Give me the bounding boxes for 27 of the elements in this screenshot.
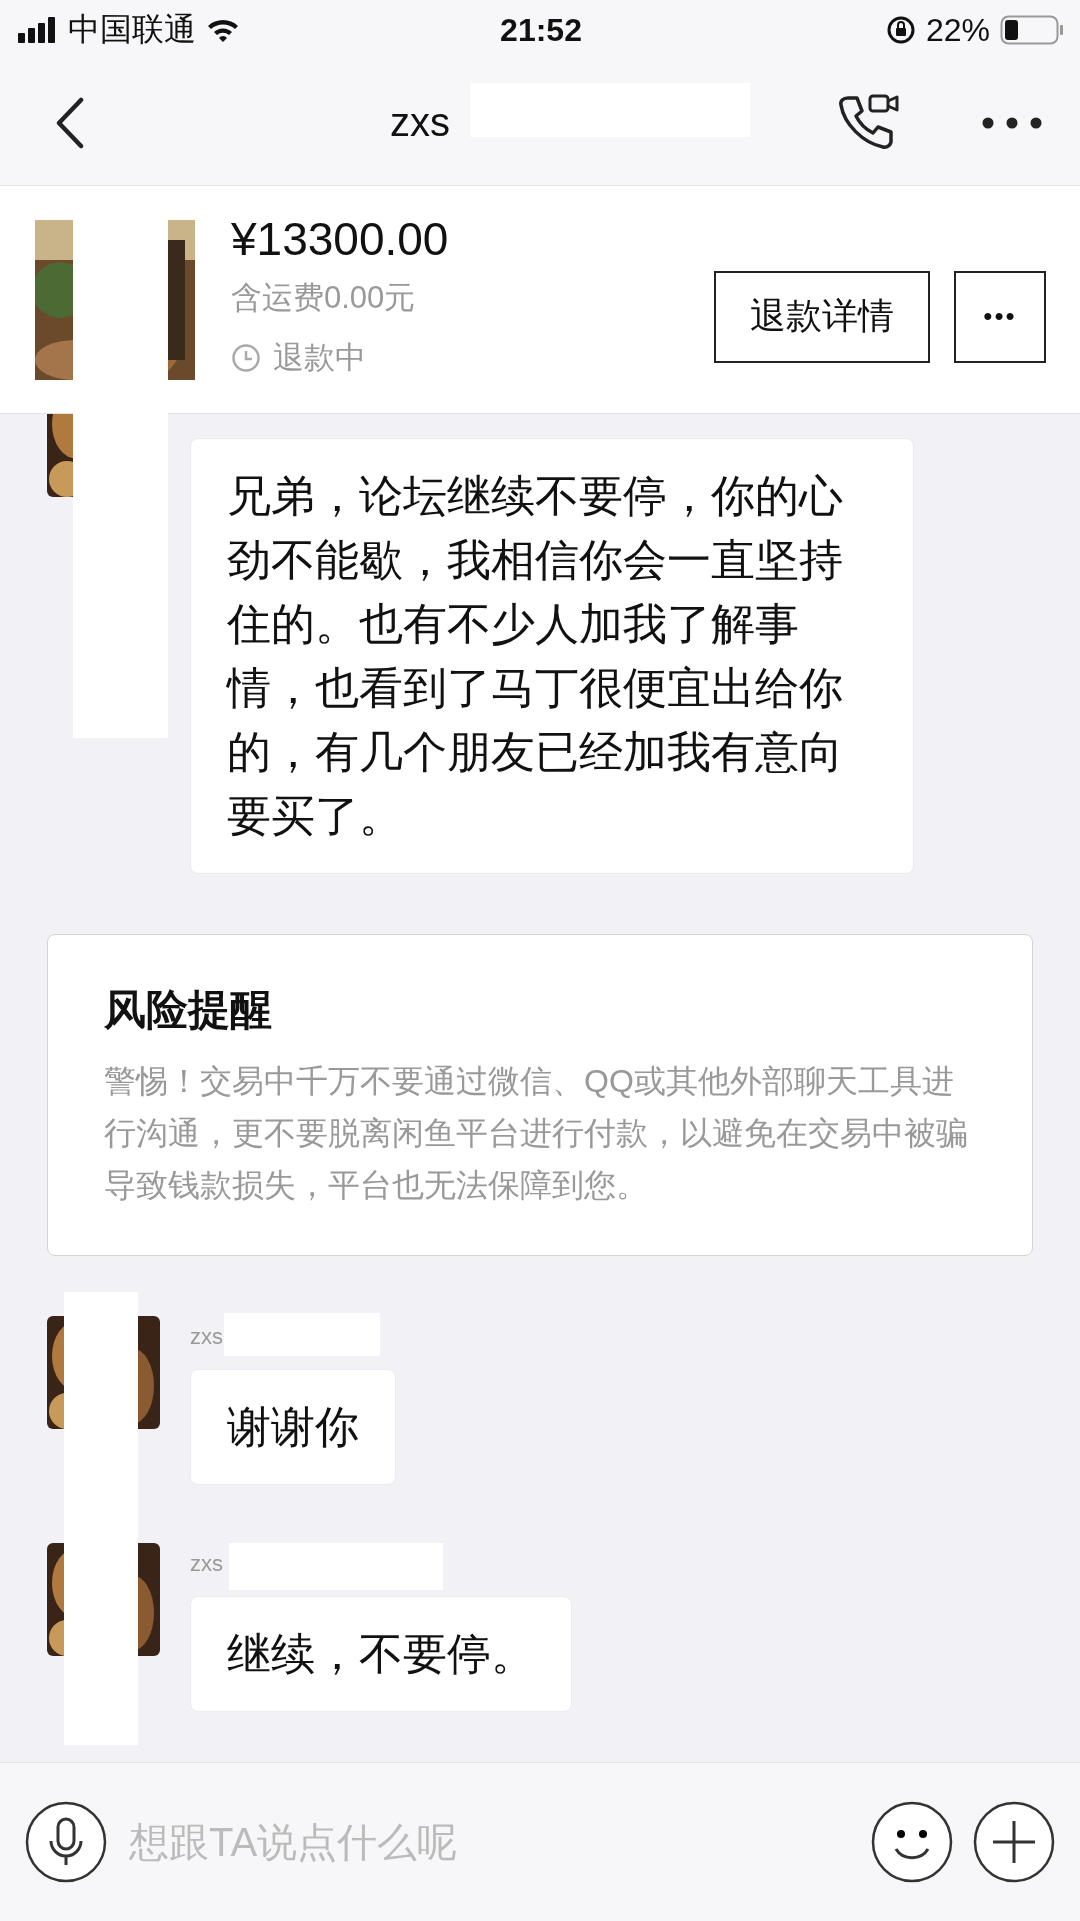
sender-name: zxs	[190, 1323, 223, 1351]
sender-name: zxs	[190, 1550, 223, 1578]
notice-text: 警惕！交易中千万不要通过微信、QQ或其他外部聊天工具进行沟通，更不要脱离闲鱼平台进行付款，以避免在交易中被骗导致钱款损失，平台也无法保障到您。	[104, 1062, 969, 1205]
rotation-lock-icon	[885, 15, 916, 45]
message-bubble: 继续，不要停。	[190, 1596, 572, 1712]
wifi-icon	[206, 17, 240, 43]
clock-time: 21:52	[500, 11, 582, 49]
clock-icon	[231, 342, 261, 373]
refund-status: 退款中	[273, 338, 366, 377]
price: ¥13300.00	[231, 211, 450, 267]
plus-icon[interactable]	[973, 1801, 1055, 1883]
battery-percent: 22%	[925, 11, 990, 49]
emoji-icon[interactable]	[871, 1801, 953, 1883]
message-bubble: 兄弟，论坛继续不要停，你的心劲不能歇，我相信你会一直坚持住的。也有不少人加我了解事情，也看到了马丁很便宜出给你的，有几个朋友已经加我有意向要买了。	[190, 438, 914, 874]
notice-title: 风险提醒	[104, 985, 273, 1035]
signal-icon	[18, 17, 58, 43]
battery-icon	[1000, 15, 1064, 45]
refund-details-button[interactable]: 退款详情	[714, 270, 930, 363]
more-button[interactable]: •••	[954, 270, 1046, 363]
carrier-label: 中国联通	[68, 10, 196, 49]
chat-title: zxs	[390, 100, 450, 145]
back-icon[interactable]	[55, 96, 85, 149]
message-field[interactable]: 想跟TA说点什么呢	[127, 1818, 751, 1866]
shipping-note: 含运费0.00元	[231, 278, 417, 317]
message-bubble: 谢谢你	[190, 1369, 396, 1485]
more-icon[interactable]	[982, 116, 1042, 129]
microphone-icon[interactable]	[25, 1801, 107, 1883]
